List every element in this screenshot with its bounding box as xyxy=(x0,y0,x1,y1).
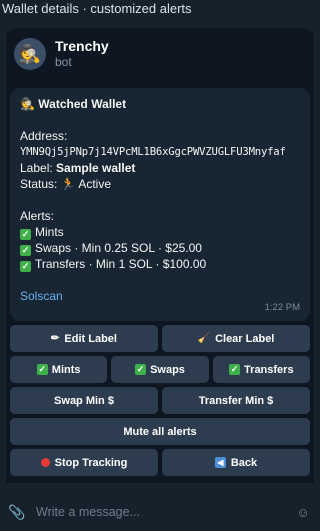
attach-icon[interactable]: 📎 xyxy=(8,504,32,521)
alerts-heading: Alerts: xyxy=(20,209,55,223)
message-bubble: 🕵 Watched Wallet Address: YMN9Qj5jPNp7j1… xyxy=(10,88,310,321)
status-value: Active xyxy=(78,177,111,191)
transfer-min-button[interactable]: Transfer Min $ xyxy=(162,387,310,414)
keyboard-row-3: Swap Min $ Transfer Min $ xyxy=(10,387,310,414)
back-arrow-icon: ◀ xyxy=(214,457,226,468)
message-title: Watched Wallet xyxy=(38,97,127,111)
clear-label-text: Clear Label xyxy=(215,332,275,345)
detective-icon: 🕵 xyxy=(18,43,42,64)
label-line: Label: Sample wallet xyxy=(20,160,300,176)
running-icon: 🏃 xyxy=(60,177,76,191)
transfers-text: Transfers xyxy=(244,363,294,376)
status-line: Status: 🏃 Active xyxy=(20,176,300,192)
telegram-window: Wallet details · customized alerts 🕵 Tre… xyxy=(0,0,320,531)
check-icon: ✓ xyxy=(36,364,48,375)
alert-text: Transfers · Min 1 SOL · $100.00 xyxy=(35,257,207,271)
status-prefix: Status: xyxy=(20,177,61,191)
back-button[interactable]: ◀ Back xyxy=(162,449,310,476)
edit-label-button[interactable]: ✏ Edit Label xyxy=(10,325,158,352)
check-icon: ✓ xyxy=(20,261,31,272)
chat-header[interactable]: 🕵 Trenchy bot xyxy=(6,28,314,80)
clear-label-button[interactable]: 🧹 Clear Label xyxy=(162,325,310,352)
mute-all-button[interactable]: Mute all alerts xyxy=(10,418,310,445)
mints-text: Mints xyxy=(51,363,81,376)
transfers-toggle-button[interactable]: ✓ Transfers xyxy=(212,356,310,383)
bot-avatar[interactable]: 🕵 xyxy=(14,38,46,70)
solscan-link[interactable]: Solscan xyxy=(20,288,300,304)
check-icon: ✓ xyxy=(20,245,31,256)
swaps-text: Swaps xyxy=(150,363,185,376)
chat-title-block: Trenchy bot xyxy=(55,38,109,70)
alert-text: Mints xyxy=(35,225,64,239)
pencil-icon: ✏ xyxy=(51,333,60,344)
edit-label-text: Edit Label xyxy=(64,332,117,345)
label-prefix: Label: xyxy=(20,161,57,175)
check-icon: ✓ xyxy=(229,364,241,375)
message-input[interactable] xyxy=(32,505,292,519)
alert-item: ✓ Transfers · Min 1 SOL · $100.00 xyxy=(20,256,300,272)
stop-tracking-text: Stop Tracking xyxy=(54,456,128,469)
keyboard-row-4: Mute all alerts xyxy=(10,418,310,445)
chat-area: 🕵 Trenchy bot 🕵 Watched Wallet Address: … xyxy=(6,28,314,483)
keyboard-row-5: Stop Tracking ◀ Back xyxy=(10,449,310,476)
alert-item: ✓ Swaps · Min 0.25 SOL · $25.00 xyxy=(20,240,300,256)
keyboard-row-1: ✏ Edit Label 🧹 Clear Label xyxy=(10,325,310,352)
check-icon: ✓ xyxy=(20,229,31,240)
label-value: Sample wallet xyxy=(56,161,136,175)
back-text: Back xyxy=(230,456,258,469)
stop-tracking-button[interactable]: Stop Tracking xyxy=(10,449,158,476)
wallet-address[interactable]: YMN9Qj5jPNp7j14VPcML1B6xGgcPWVZUGLFU3Mny… xyxy=(20,144,300,160)
keyboard-row-2: ✓ Mints ✓ Swaps ✓ Transfers xyxy=(10,356,310,383)
alert-text: Swaps · Min 0.25 SOL · $25.00 xyxy=(35,241,202,255)
swap-min-button[interactable]: Swap Min $ xyxy=(10,387,158,414)
swaps-toggle-button[interactable]: ✓ Swaps xyxy=(111,356,209,383)
stop-icon xyxy=(40,458,50,467)
check-icon: ✓ xyxy=(135,364,147,375)
chat-name: Trenchy xyxy=(55,38,109,54)
window-title: Wallet details · customized alerts xyxy=(0,0,320,18)
address-label: Address: xyxy=(20,129,68,143)
detective-icon: 🕵 xyxy=(20,97,35,111)
message-composer: 📎 ☺ xyxy=(0,493,320,531)
alert-item: ✓ Mints xyxy=(20,224,300,240)
message-title-line: 🕵 Watched Wallet xyxy=(20,96,300,112)
broom-icon: 🧹 xyxy=(197,333,211,344)
message-time: 1:22 PM xyxy=(264,302,300,313)
mints-toggle-button[interactable]: ✓ Mints xyxy=(10,356,108,383)
chat-subtitle: bot xyxy=(55,55,72,69)
emoji-icon[interactable]: ☺ xyxy=(292,505,314,520)
